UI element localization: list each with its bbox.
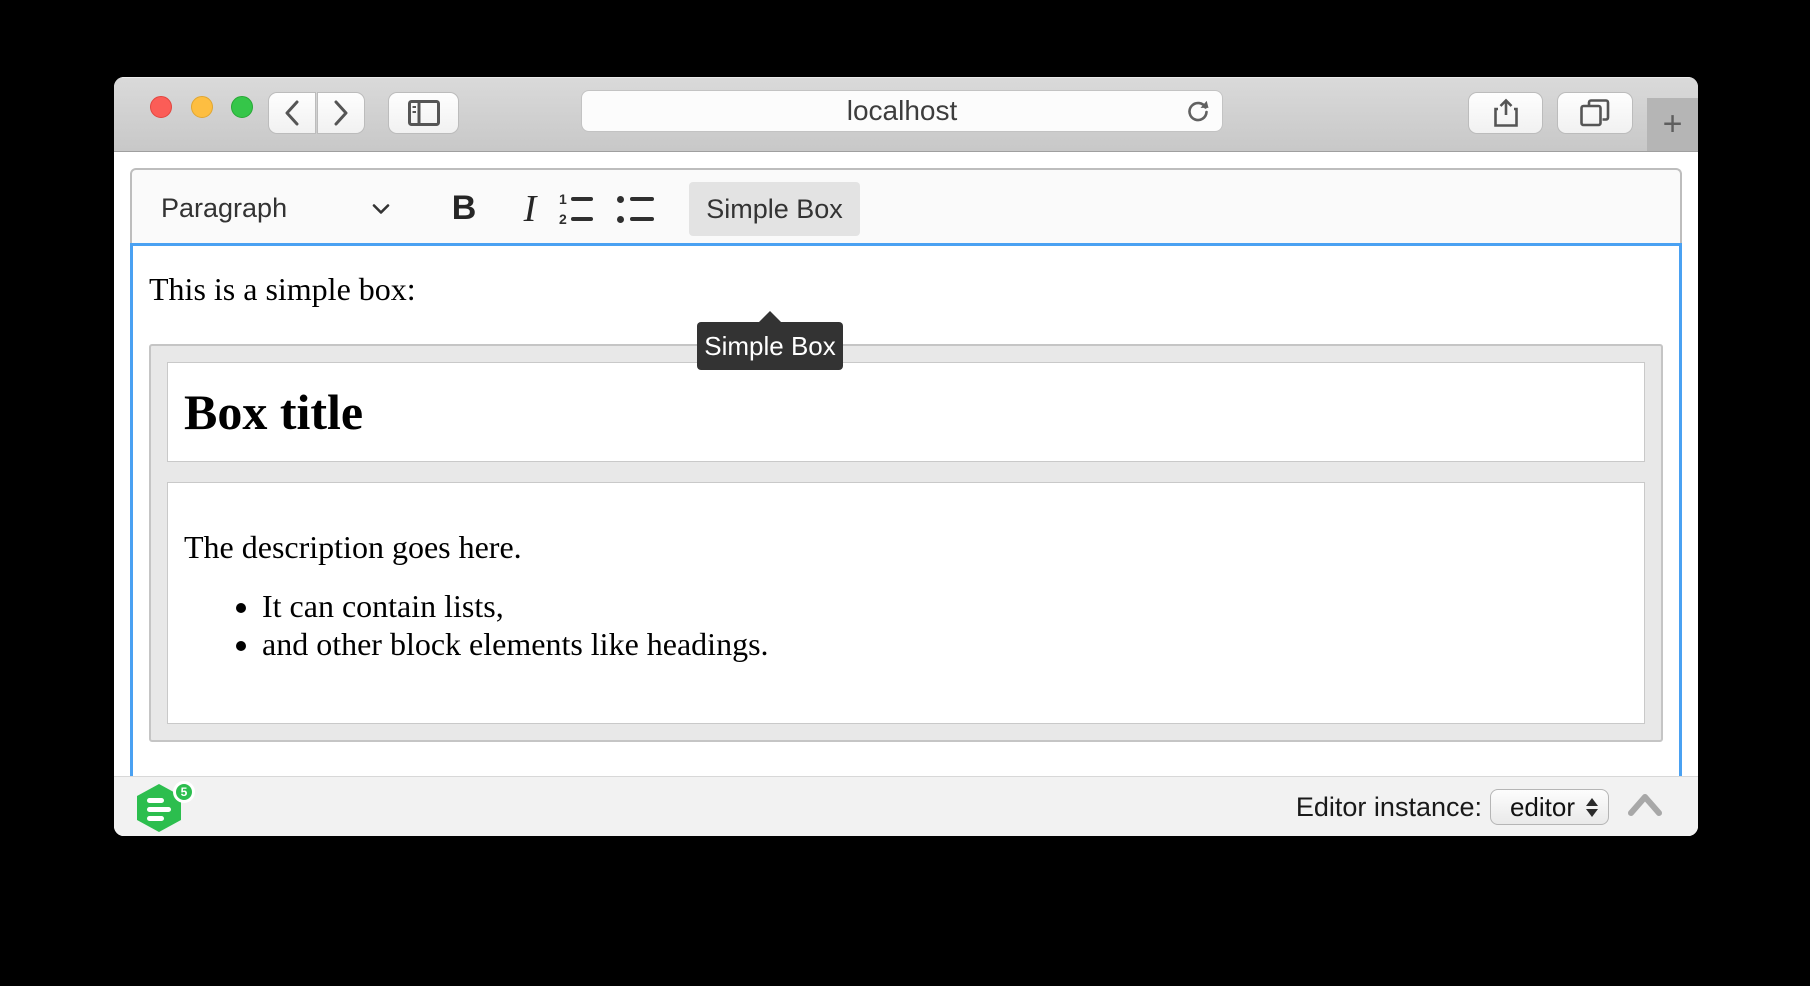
collapse-inspector-button[interactable] bbox=[1627, 792, 1663, 823]
address-bar[interactable]: localhost bbox=[581, 90, 1223, 132]
web-page: Paragraph B I 1 2 bbox=[114, 152, 1698, 836]
editor-toolbar: Paragraph B I 1 2 bbox=[130, 168, 1682, 245]
simple-box-widget[interactable]: Box title The description goes here. It … bbox=[149, 344, 1663, 742]
numbered-list-icon: 1 2 bbox=[559, 190, 593, 228]
bulleted-list-icon bbox=[617, 190, 654, 228]
chevron-up-icon bbox=[1627, 792, 1663, 823]
forward-button[interactable] bbox=[317, 92, 365, 134]
new-tab-button[interactable]: + bbox=[1647, 98, 1698, 151]
sidebar-icon bbox=[408, 100, 440, 126]
browser-toolbar: localhost bbox=[114, 77, 1698, 152]
bold-icon: B bbox=[452, 189, 477, 228]
bold-button[interactable]: B bbox=[432, 170, 496, 247]
zoom-window-button[interactable] bbox=[231, 96, 253, 118]
editor-instance-label: Editor instance: bbox=[1296, 792, 1482, 823]
editor-content[interactable]: This is a simple box: Box title The desc… bbox=[130, 243, 1682, 776]
desktop-background: localhost bbox=[0, 0, 1810, 986]
sidebar-toggle-button[interactable] bbox=[388, 92, 459, 134]
plus-icon: + bbox=[1663, 105, 1683, 144]
badge-count: 5 bbox=[173, 781, 195, 803]
description-paragraph[interactable]: The description goes here. bbox=[184, 529, 1628, 566]
tabs-icon bbox=[1580, 99, 1610, 127]
tooltip-caret bbox=[759, 311, 781, 322]
simple-box-description[interactable]: The description goes here. It can contai… bbox=[167, 482, 1645, 724]
address-bar-url: localhost bbox=[847, 95, 958, 127]
bulleted-list-button[interactable] bbox=[617, 190, 654, 228]
heading-dropdown[interactable]: Paragraph bbox=[161, 170, 287, 247]
list-item[interactable]: and other block elements like headings. bbox=[262, 626, 1628, 664]
numbered-list-button[interactable]: 1 2 bbox=[559, 190, 593, 228]
share-icon bbox=[1493, 98, 1519, 128]
editor-instance-value: editor bbox=[1505, 792, 1580, 823]
simple-box-button[interactable]: Simple Box bbox=[689, 182, 860, 236]
editor-instance-select[interactable]: editor bbox=[1490, 789, 1609, 825]
italic-icon: I bbox=[524, 187, 537, 231]
select-arrows-icon bbox=[1586, 798, 1598, 817]
safari-window: localhost bbox=[114, 77, 1698, 836]
forward-icon bbox=[333, 100, 349, 126]
tooltip: Simple Box bbox=[697, 322, 843, 370]
italic-button[interactable]: I bbox=[498, 170, 562, 247]
share-button[interactable] bbox=[1468, 92, 1543, 134]
back-button[interactable] bbox=[268, 92, 316, 134]
chevron-down-icon[interactable] bbox=[372, 202, 390, 220]
reload-icon[interactable] bbox=[1184, 98, 1212, 133]
inspector-controls: Editor instance: editor bbox=[1296, 777, 1663, 836]
minimize-window-button[interactable] bbox=[191, 96, 213, 118]
tooltip-text: Simple Box bbox=[704, 331, 836, 362]
close-window-button[interactable] bbox=[150, 96, 172, 118]
simple-box-title[interactable]: Box title bbox=[167, 362, 1645, 462]
back-icon bbox=[284, 100, 300, 126]
simple-box-button-label: Simple Box bbox=[706, 194, 843, 225]
show-all-tabs-button[interactable] bbox=[1557, 92, 1633, 134]
list-item[interactable]: It can contain lists, bbox=[262, 588, 1628, 626]
inspector-bar: 5 Editor instance: editor bbox=[114, 776, 1698, 836]
intro-paragraph[interactable]: This is a simple box: bbox=[149, 271, 1663, 308]
description-list: It can contain lists, and other block el… bbox=[184, 588, 1628, 664]
heading-dropdown-value: Paragraph bbox=[161, 193, 287, 224]
